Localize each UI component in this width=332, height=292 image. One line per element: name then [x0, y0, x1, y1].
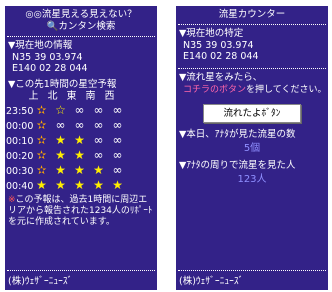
- location-header: ▼現在地の特定: [179, 28, 244, 39]
- star-icon: ✫: [36, 133, 47, 147]
- longitude: E140 02 28 044: [183, 51, 259, 62]
- longitude: E140 02 28 044: [12, 63, 88, 74]
- divider: [178, 68, 326, 69]
- left-footer[interactable]: (株)ｳｪｻﾞｰﾆｭｰｽﾞ: [8, 276, 72, 287]
- star-icon: ★: [74, 148, 85, 162]
- direction-labels: 上北東南西: [24, 91, 157, 103]
- today-count: 5個: [243, 143, 261, 154]
- direction-east: 東: [66, 91, 77, 102]
- star-icon: ★: [74, 133, 85, 147]
- star-icon: ★: [74, 163, 85, 177]
- cloud-icon: ∞: [112, 148, 123, 162]
- forecast-grid: 23:50 ✫ ☆ ∞ ∞ ∞ 00:00 ✫ ∞ ∞ ∞ ∞ 00:10 ✫ ★ ★ ∞ ∞ 00:20 ✫ ★ ★ ∞ ∞…: [5, 103, 157, 193]
- location-header: ▼現在地の情報: [8, 40, 73, 51]
- right-panel: 流星カウンター ▼現在地の特定 N35 39 03.974 E140 02 28…: [176, 6, 328, 290]
- forecast-time: 23:50: [6, 106, 34, 117]
- footnote-text: この予報は、過去1時間に周辺エリアから報告された1234人のﾘﾎﾟｰﾄを元に作成…: [8, 195, 153, 227]
- left-title-line1: ◎◎流星見える見えない？: [25, 9, 137, 20]
- prompt-header: ▼流れ星をみたら、: [179, 72, 263, 83]
- forecast-row: 23:50 ✫ ☆ ∞ ∞ ∞: [5, 103, 157, 118]
- forecast-row: 00:10 ✫ ★ ★ ∞ ∞: [5, 133, 157, 148]
- around-count: 123人: [237, 174, 267, 185]
- forecast-time: 00:00: [6, 121, 34, 132]
- star-icon: ✫: [36, 118, 47, 132]
- star-icon: ★: [112, 178, 123, 192]
- footer-divider: [7, 270, 155, 271]
- today-header: ▼本日、ｱﾅﾀが見た流星の数: [179, 129, 296, 140]
- cloud-icon: ∞: [112, 163, 123, 177]
- prompt-highlight: コチラのボタン: [183, 85, 247, 95]
- forecast-time: 00:30: [6, 166, 34, 177]
- forecast-row: 00:20 ✫ ★ ★ ∞ ∞: [5, 148, 157, 163]
- star-icon: ★: [93, 178, 104, 192]
- divider: [178, 24, 326, 25]
- star-icon: ★: [55, 133, 66, 147]
- direction-south: 南: [85, 91, 96, 102]
- forecast-time: 00:40: [6, 181, 34, 192]
- star-icon: ✫: [36, 103, 47, 117]
- left-panel: ◎◎流星見える見えない？ 🔍カンタン検索 ▼現在地の情報 N35 39 03.9…: [5, 6, 157, 290]
- star-icon: ✫: [36, 163, 47, 177]
- direction-north: 北: [47, 91, 58, 102]
- footnote-mark: ※: [8, 195, 16, 205]
- prompt-text: コチラのボタンを押してください。: [183, 84, 328, 96]
- cloud-icon: ∞: [55, 118, 66, 132]
- forecast-header: ▼この先1時間の星空予報: [8, 79, 117, 90]
- star-icon: ★: [36, 178, 47, 192]
- cloud-icon: ∞: [93, 118, 104, 132]
- divider: [7, 36, 155, 37]
- direction-west: 西: [104, 91, 115, 102]
- direction-up: 上: [28, 91, 39, 102]
- prompt-rest: を押してください。: [246, 85, 327, 95]
- cloud-icon: ∞: [112, 118, 123, 132]
- forecast-row: 00:30 ✫ ★ ★ ★ ∞: [5, 163, 157, 178]
- star-icon: ★: [55, 163, 66, 177]
- left-title-line2[interactable]: 🔍カンタン検索: [5, 21, 157, 33]
- cloud-icon: ∞: [74, 103, 85, 117]
- cloud-icon: ∞: [93, 148, 104, 162]
- star-icon: ★: [55, 148, 66, 162]
- star-icon: ★: [93, 163, 104, 177]
- around-header: ▼ｱﾅﾀの周りで流星を見た人: [179, 160, 296, 171]
- left-title: ◎◎流星見える見えない？ 🔍カンタン検索: [5, 6, 157, 33]
- meteor-seen-button[interactable]: 流れたよﾎﾞﾀﾝ: [203, 104, 301, 123]
- cloud-icon: ∞: [112, 133, 123, 147]
- latitude: N35 39 03.974: [12, 52, 83, 63]
- forecast-time: 00:20: [6, 151, 34, 162]
- cloud-icon: ∞: [93, 133, 104, 147]
- star-icon: ☆: [55, 103, 66, 117]
- right-footer[interactable]: (株)ｳｪｻﾞｰﾆｭｰｽﾞ: [179, 276, 243, 287]
- right-title: 流星カウンター: [218, 9, 286, 20]
- star-icon: ★: [55, 178, 66, 192]
- star-icon: ★: [74, 178, 85, 192]
- latitude: N35 39 03.974: [183, 40, 254, 51]
- footnote: ※この予報は、過去1時間に周辺エリアから報告された1234人のﾘﾎﾟｰﾄを元に作…: [8, 195, 154, 228]
- forecast-row: 00:40 ★ ★ ★ ★ ★: [5, 178, 157, 193]
- star-icon: ✫: [36, 148, 47, 162]
- cloud-icon: ∞: [93, 103, 104, 117]
- forecast-time: 00:10: [6, 136, 34, 147]
- forecast-row: 00:00 ✫ ∞ ∞ ∞ ∞: [5, 118, 157, 133]
- cloud-icon: ∞: [74, 118, 85, 132]
- cloud-icon: ∞: [112, 103, 123, 117]
- footer-divider: [178, 270, 326, 271]
